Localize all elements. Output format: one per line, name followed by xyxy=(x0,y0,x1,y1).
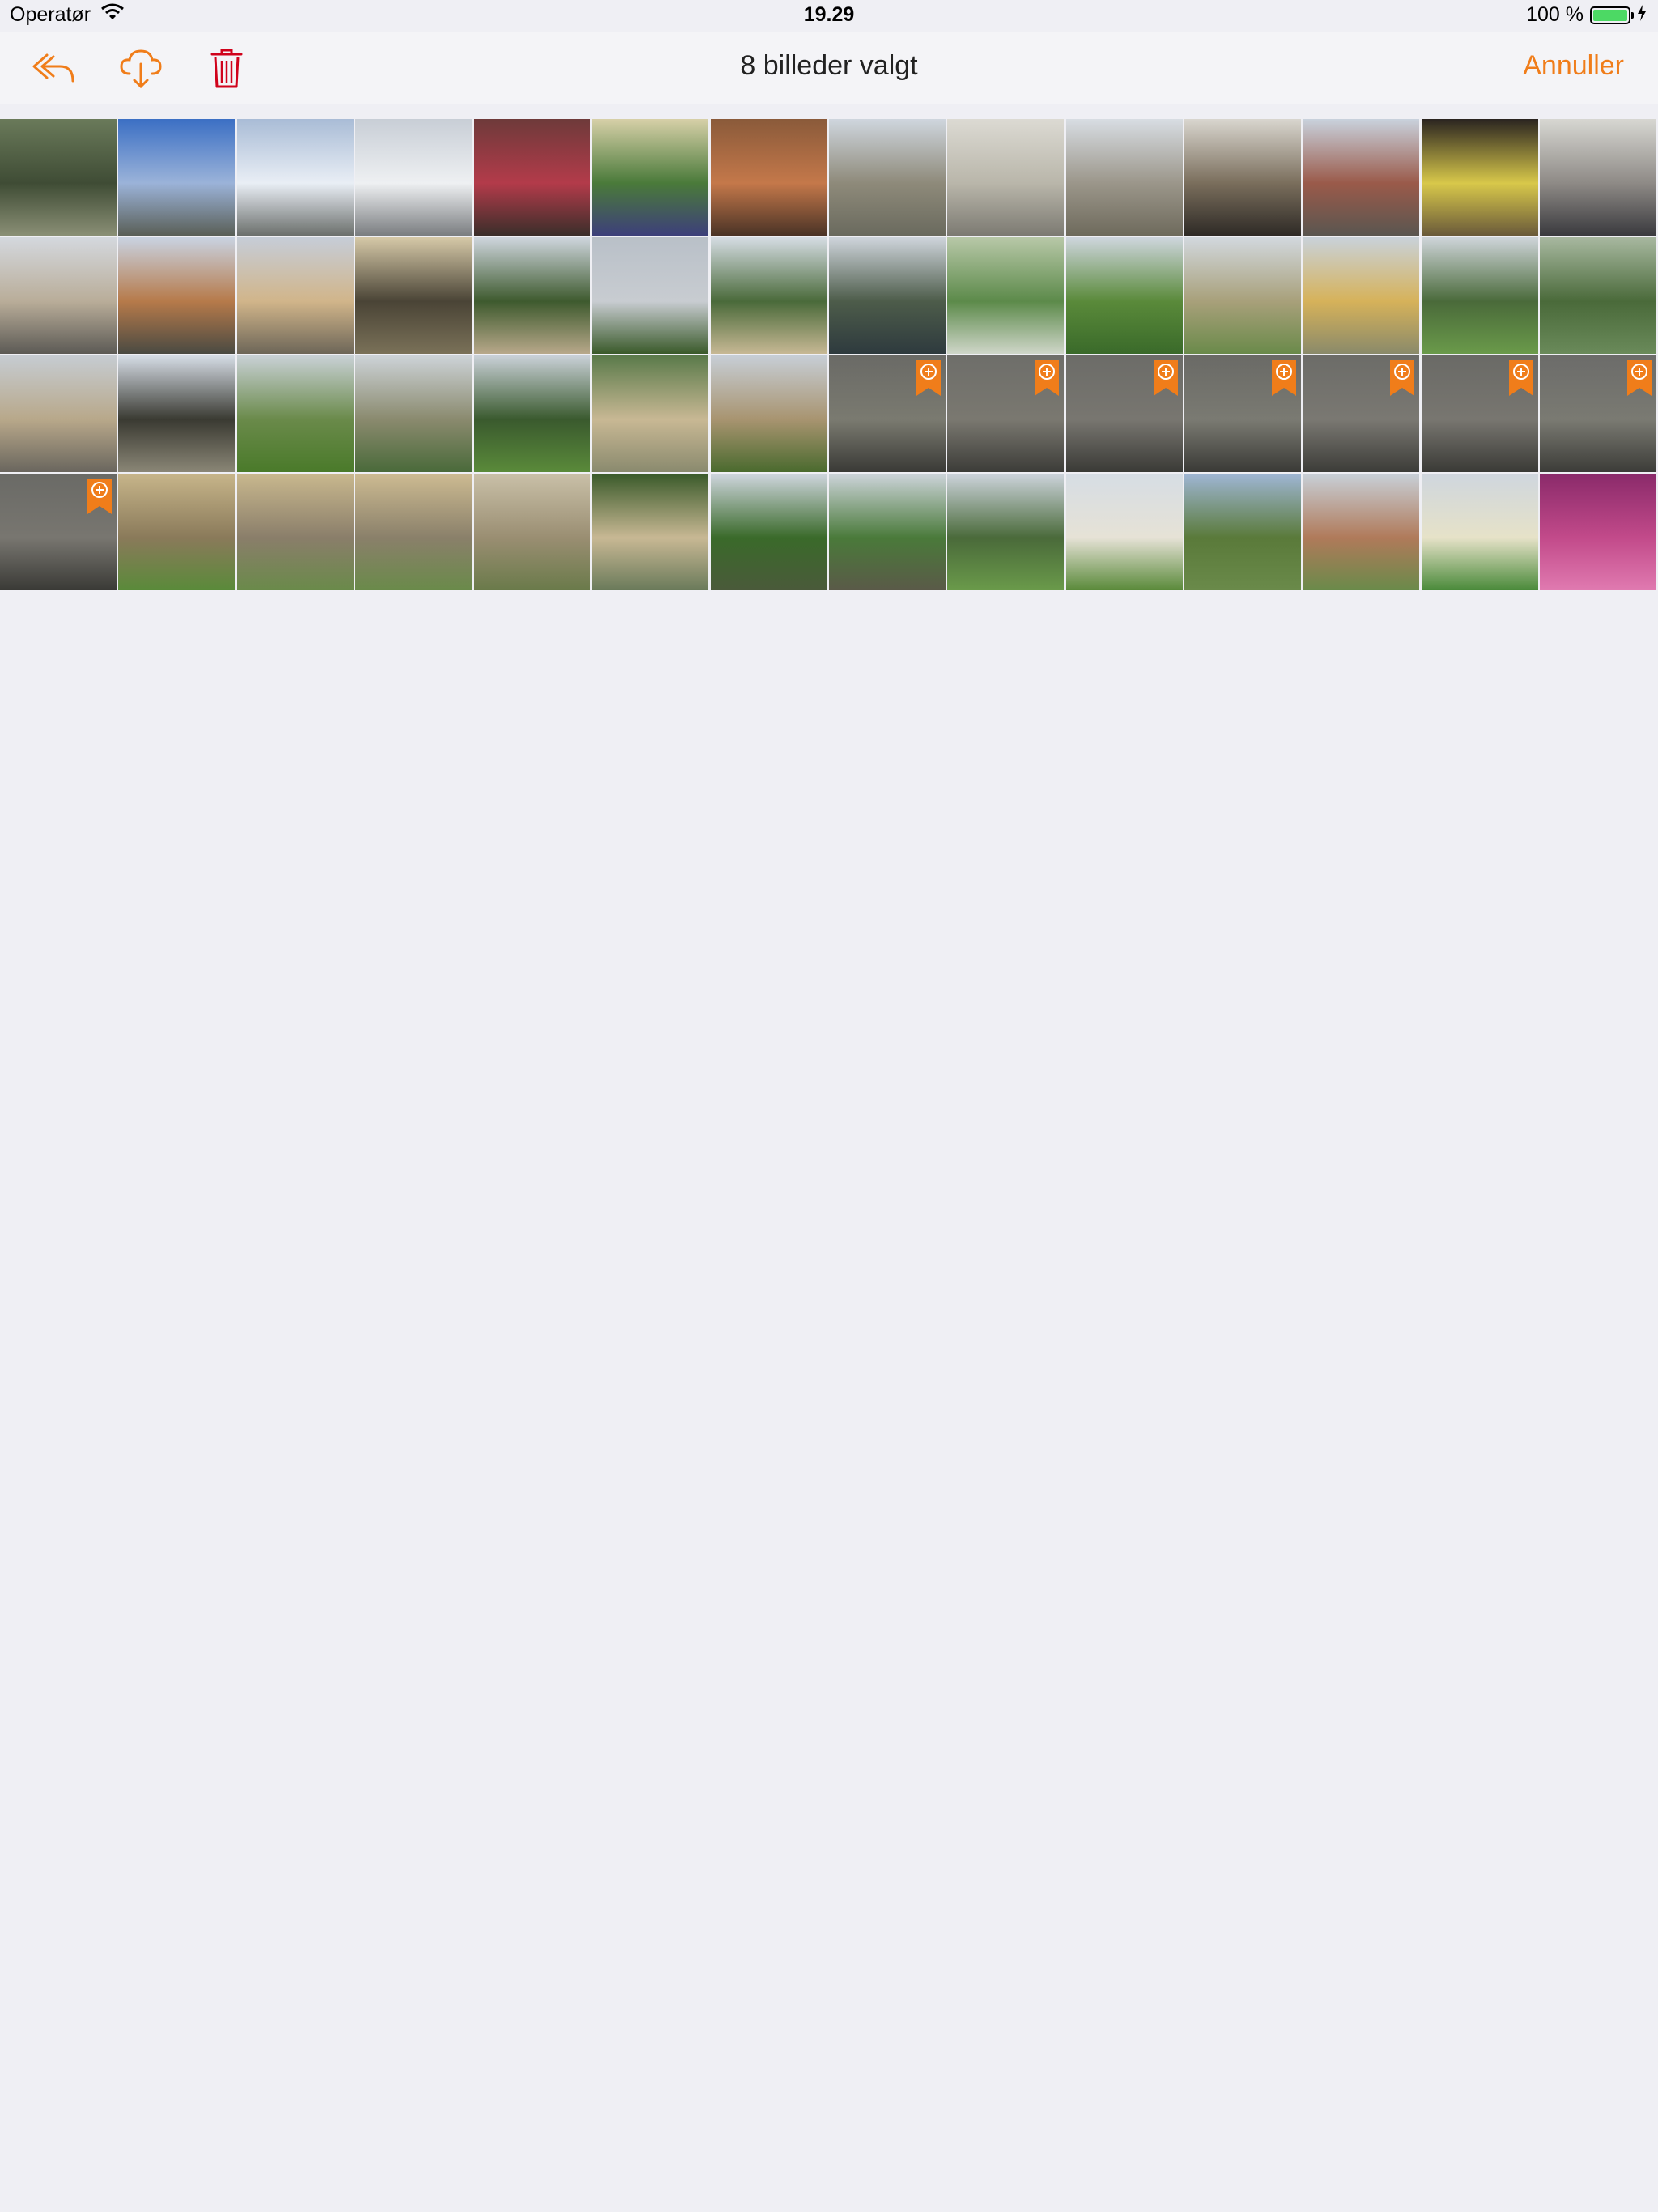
battery-percent: 100 % xyxy=(1526,3,1584,26)
photo-thumbnail[interactable] xyxy=(355,119,472,236)
photo-thumbnail[interactable] xyxy=(0,355,117,472)
photo-thumbnail[interactable] xyxy=(829,237,946,354)
battery-icon xyxy=(1590,6,1634,24)
photo-thumbnail[interactable] xyxy=(1065,474,1183,590)
photo-thumbnail[interactable] xyxy=(592,474,709,590)
selected-bookmark-icon xyxy=(1390,360,1415,396)
photo-thumbnail[interactable] xyxy=(1184,119,1301,236)
photo-thumbnail[interactable] xyxy=(1421,237,1538,354)
photo-thumbnail[interactable] xyxy=(829,119,946,236)
photo-thumbnail[interactable] xyxy=(355,474,472,590)
photo-thumbnail[interactable] xyxy=(1303,237,1420,354)
selected-bookmark-icon xyxy=(1508,360,1533,396)
photo-thumbnail[interactable] xyxy=(1421,119,1538,236)
photo-thumbnail[interactable] xyxy=(355,355,472,472)
photo-thumbnail[interactable] xyxy=(118,474,236,590)
photo-thumbnail[interactable] xyxy=(1184,237,1301,354)
photo-thumbnail[interactable] xyxy=(1303,119,1420,236)
selected-bookmark-icon xyxy=(1626,360,1652,396)
photo-thumbnail[interactable] xyxy=(947,237,1065,354)
photo-thumbnail[interactable] xyxy=(118,119,236,236)
photo-thumbnail[interactable] xyxy=(1184,474,1301,590)
photo-thumbnail[interactable] xyxy=(1421,355,1538,472)
status-right: 100 % xyxy=(1526,3,1647,27)
photo-thumbnail[interactable] xyxy=(236,237,354,354)
photo-thumbnail[interactable] xyxy=(118,237,236,354)
photo-thumbnail[interactable] xyxy=(592,355,709,472)
photo-thumbnail[interactable] xyxy=(474,355,591,472)
cancel-button[interactable]: Annuller xyxy=(1523,50,1624,82)
clock: 19.29 xyxy=(803,3,855,26)
selected-bookmark-icon xyxy=(1035,360,1060,396)
photo-thumbnail[interactable] xyxy=(1539,237,1656,354)
charging-icon xyxy=(1637,3,1647,27)
photo-thumbnail[interactable] xyxy=(1065,237,1183,354)
photo-thumbnail[interactable] xyxy=(474,237,591,354)
photo-grid xyxy=(0,119,1658,590)
photo-thumbnail[interactable] xyxy=(0,119,117,236)
photo-thumbnail[interactable] xyxy=(1539,474,1656,590)
photo-thumbnail[interactable] xyxy=(236,355,354,472)
status-bar: Operatør 19.29 100 % xyxy=(0,0,1658,32)
selected-bookmark-icon xyxy=(1271,360,1296,396)
photo-thumbnail[interactable] xyxy=(710,119,827,236)
photo-thumbnail[interactable] xyxy=(710,237,827,354)
photo-thumbnail[interactable] xyxy=(592,237,709,354)
photo-thumbnail[interactable] xyxy=(947,119,1065,236)
photo-thumbnail[interactable] xyxy=(710,474,827,590)
photo-thumbnail[interactable] xyxy=(0,237,117,354)
photo-thumbnail[interactable] xyxy=(236,474,354,590)
photo-thumbnail[interactable] xyxy=(1303,474,1420,590)
photo-thumbnail[interactable] xyxy=(1421,474,1538,590)
selected-bookmark-icon xyxy=(1153,360,1178,396)
photo-thumbnail[interactable] xyxy=(474,119,591,236)
selected-bookmark-icon xyxy=(87,479,112,514)
photo-thumbnail[interactable] xyxy=(710,355,827,472)
photo-thumbnail[interactable] xyxy=(947,474,1065,590)
photo-thumbnail[interactable] xyxy=(1303,355,1420,472)
photo-thumbnail[interactable] xyxy=(355,237,472,354)
photo-thumbnail[interactable] xyxy=(474,474,591,590)
photo-thumbnail[interactable] xyxy=(0,474,117,590)
photo-thumbnail[interactable] xyxy=(829,474,946,590)
photo-thumbnail[interactable] xyxy=(118,355,236,472)
photo-thumbnail[interactable] xyxy=(592,119,709,236)
photo-thumbnail[interactable] xyxy=(947,355,1065,472)
selected-bookmark-icon xyxy=(916,360,942,396)
photo-thumbnail[interactable] xyxy=(1539,355,1656,472)
navigation-bar: 8 billeder valgt Annuller xyxy=(0,32,1658,104)
photo-thumbnail[interactable] xyxy=(1184,355,1301,472)
photo-thumbnail[interactable] xyxy=(829,355,946,472)
photo-thumbnail[interactable] xyxy=(236,119,354,236)
photo-thumbnail[interactable] xyxy=(1065,355,1183,472)
photo-thumbnail[interactable] xyxy=(1539,119,1656,236)
photo-thumbnail[interactable] xyxy=(1065,119,1183,236)
page-title: 8 billeder valgt xyxy=(740,50,918,81)
